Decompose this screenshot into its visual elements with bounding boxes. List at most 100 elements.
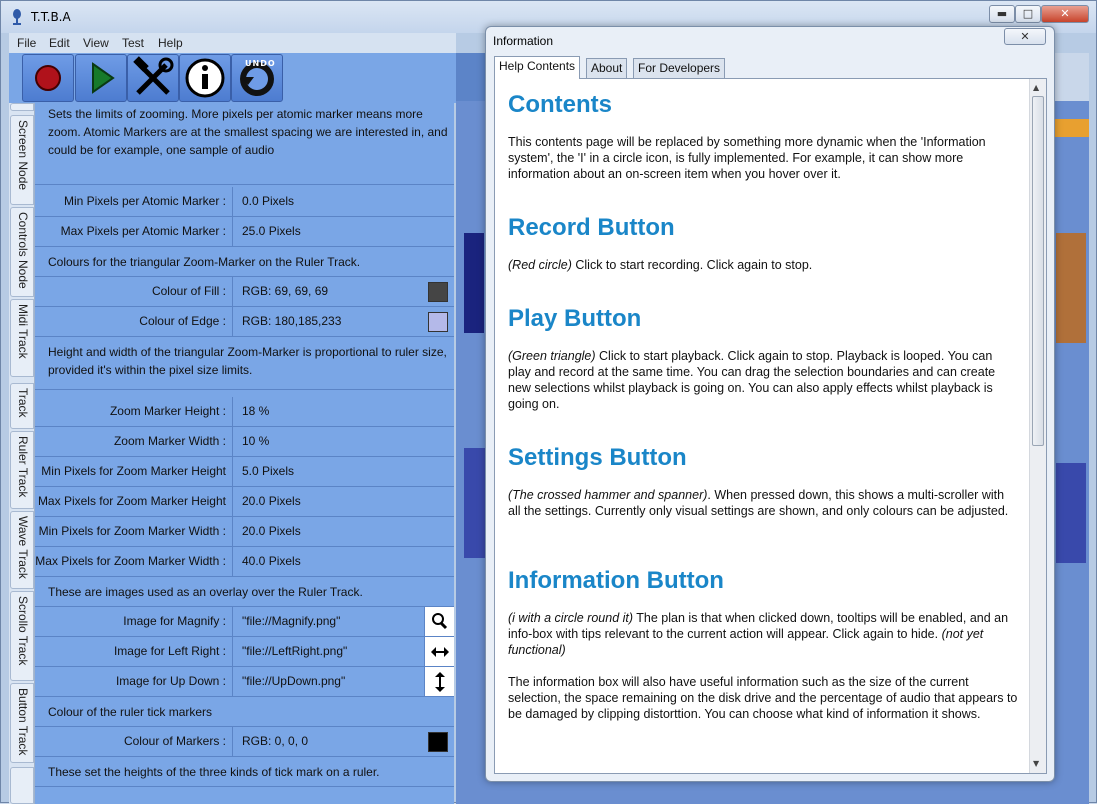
maximize-button[interactable]: □ <box>1015 5 1041 23</box>
menu-edit[interactable]: Edit <box>49 36 70 50</box>
zoom-marker-colour-description: Colours for the triangular Zoom-Marker o… <box>35 248 454 277</box>
settings-button[interactable] <box>127 54 179 102</box>
setting-label: Min Pixels per Atomic Marker : <box>35 187 233 216</box>
section-body: (Green triangle) Click to start playback… <box>508 349 996 411</box>
settings-scroller[interactable]: Sets the limits of zooming. More pixels … <box>35 103 454 804</box>
setting-value[interactable]: RGB: 0, 0, 0 <box>242 727 308 756</box>
toolbar: UNDO <box>9 53 456 103</box>
section-heading: Information Button <box>508 567 724 594</box>
edge-colour-swatch[interactable] <box>428 312 448 332</box>
menu-test[interactable]: Test <box>122 36 144 50</box>
fill-colour-swatch[interactable] <box>428 282 448 302</box>
vtab-wave-track[interactable]: Wave Track <box>10 511 34 589</box>
setting-value[interactable]: 5.0 Pixels <box>242 457 294 486</box>
tick-heights-description: These set the heights of the three kinds… <box>35 758 454 787</box>
vtab-midi-track[interactable]: Midi Track <box>10 299 34 377</box>
settings-icon <box>133 56 174 95</box>
close-button[interactable]: ✕ <box>1041 5 1089 23</box>
up-down-arrow-icon <box>435 672 445 692</box>
setting-label: Image for Magnify : <box>35 607 233 636</box>
vtab-screen-node[interactable]: Screen Node <box>10 115 34 205</box>
up-down-preview <box>424 667 454 696</box>
setting-row: Max Pixels per Atomic Marker : 25.0 Pixe… <box>35 217 454 247</box>
setting-row: Image for Left Right : "file://LeftRight… <box>35 637 454 667</box>
vertical-scrollbar[interactable]: ▲ ▼ <box>1029 79 1046 773</box>
menu-file[interactable]: File <box>17 36 36 50</box>
vertical-tab-strip: Screen Node Controls Node Midi Track Tra… <box>9 103 35 804</box>
scroll-thumb[interactable] <box>1032 96 1044 446</box>
setting-label: Max Pixels for Zoom Marker Width : <box>35 547 233 576</box>
section-heading: Play Button <box>508 305 642 332</box>
scroll-down-icon[interactable]: ▼ <box>1033 759 1039 768</box>
vtab-button-track[interactable]: Button Track <box>10 683 34 763</box>
magnify-icon <box>432 613 448 630</box>
play-icon <box>92 62 115 94</box>
info-window-title: Information <box>493 34 554 48</box>
wave-segment <box>1056 233 1086 343</box>
zoom-marker-size-description: Height and width of the triangular Zoom-… <box>35 338 454 390</box>
record-button[interactable] <box>22 54 74 102</box>
menu-view[interactable]: View <box>83 36 109 50</box>
setting-label: Image for Up Down : <box>35 667 233 696</box>
info-close-button[interactable]: ✕ <box>1004 28 1046 45</box>
setting-row: Min Pixels for Zoom Marker Width : 20.0 … <box>35 517 454 547</box>
setting-row: Zoom Marker Width : 10 % <box>35 427 454 457</box>
minimize-button[interactable]: ▬ <box>989 5 1015 23</box>
setting-row: Max Pixels for Zoom Marker Height 20.0 P… <box>35 487 454 517</box>
app-icon <box>13 9 21 25</box>
setting-row: Image for Up Down : "file://UpDown.png" <box>35 667 454 697</box>
minimize-icon: ▬ <box>996 7 1008 20</box>
setting-value[interactable]: "file://LeftRight.png" <box>242 637 347 666</box>
info-button[interactable] <box>179 54 231 102</box>
setting-label: Zoom Marker Width : <box>35 427 233 456</box>
close-icon: ✕ <box>1060 7 1070 20</box>
setting-label: Min Pixels for Zoom Marker Width : <box>35 517 233 546</box>
menu-help[interactable]: Help <box>158 36 183 50</box>
tab-help-contents[interactable]: Help Contents <box>494 56 581 79</box>
setting-value[interactable]: 20.0 Pixels <box>242 487 301 516</box>
vtab-partial-bottom[interactable] <box>10 767 34 804</box>
section-body: (i with a circle round it) The plan is t… <box>508 611 1009 657</box>
section-body: (The crossed hammer and spanner). When p… <box>508 488 1009 518</box>
setting-value[interactable]: RGB: 180,185,233 <box>242 307 341 336</box>
record-icon <box>35 65 61 91</box>
zoom-limits-description: Sets the limits of zooming. More pixels … <box>35 103 454 185</box>
setting-label: Colour of Markers : <box>35 727 233 756</box>
setting-row: Image for Magnify : "file://Magnify.png" <box>35 607 454 637</box>
setting-value[interactable]: 25.0 Pixels <box>242 217 301 246</box>
vtab-scrollo-track[interactable]: Scrollo Track <box>10 591 34 681</box>
window-title: T.T.B.A <box>31 10 71 24</box>
setting-label: Max Pixels for Zoom Marker Height <box>35 487 233 516</box>
section-body: (Red circle) Click to start recording. C… <box>508 258 813 272</box>
wave-segment <box>464 448 486 558</box>
setting-value[interactable]: 20.0 Pixels <box>242 517 301 546</box>
setting-value[interactable]: "file://Magnify.png" <box>242 607 340 636</box>
setting-value[interactable]: RGB: 69, 69, 69 <box>242 277 328 306</box>
undo-label: UNDO <box>245 59 276 68</box>
information-window: Information ✕ Help Contents About For De… <box>485 26 1055 782</box>
undo-button[interactable]: UNDO <box>231 54 283 102</box>
tab-about[interactable]: About <box>586 58 628 78</box>
marker-colour-swatch[interactable] <box>428 732 448 752</box>
section-body: This contents page will be replaced by s… <box>508 135 986 181</box>
vtab-ruler-track[interactable]: Ruler Track <box>10 431 34 509</box>
section-heading: Settings Button <box>508 444 687 471</box>
scroll-up-icon[interactable]: ▲ <box>1033 83 1039 92</box>
tab-for-developers[interactable]: For Developers <box>633 58 726 78</box>
setting-value[interactable]: 10 % <box>242 427 269 456</box>
setting-value[interactable]: 40.0 Pixels <box>242 547 301 576</box>
vtab-track[interactable]: Track <box>10 383 34 429</box>
setting-value[interactable]: "file://UpDown.png" <box>242 667 345 696</box>
setting-row: Colour of Fill : RGB: 69, 69, 69 <box>35 277 454 307</box>
help-content-panel[interactable]: Contents This contents page will be repl… <box>494 78 1047 774</box>
orange-button[interactable] <box>1054 119 1089 137</box>
setting-value[interactable]: 18 % <box>242 397 269 426</box>
play-button[interactable] <box>75 54 127 102</box>
setting-row: Zoom Marker Height : 18 % <box>35 397 454 427</box>
menu-bar: File Edit View Test Help <box>9 33 456 53</box>
setting-value[interactable]: 0.0 Pixels <box>242 187 294 216</box>
setting-label: Max Pixels per Atomic Marker : <box>35 217 233 246</box>
ruler-icons <box>1054 53 1089 101</box>
vtab-controls-node[interactable]: Controls Node <box>10 207 34 297</box>
vtab-partial[interactable] <box>10 103 34 111</box>
